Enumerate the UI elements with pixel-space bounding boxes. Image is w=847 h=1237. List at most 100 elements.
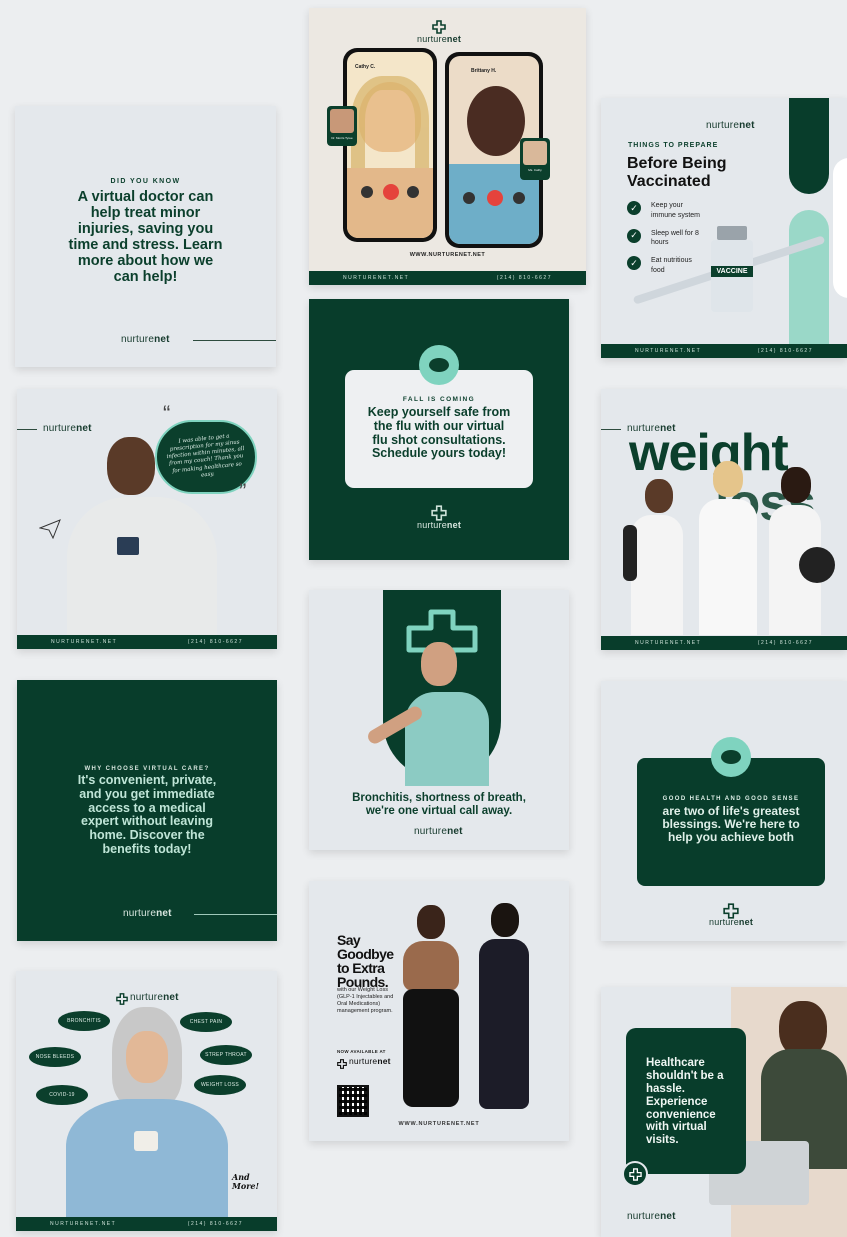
eyebrow: GOOD HEALTH AND GOOD SENSE [662,796,800,802]
camera-button[interactable] [463,192,475,204]
caller-name: Brittany H. [471,68,497,74]
footer-site: NURTURENET.NET [635,640,702,646]
footer-site: NURTURENET.NET [50,1221,117,1227]
footer-site: NURTURENET.NET [635,348,702,354]
headline: It's convenient, private, and you get im… [77,773,217,856]
pip-label: Ms. Cathy [528,168,542,172]
eyebrow: THINGS TO PREPARE [628,142,719,149]
chat-bubble-icon [419,345,459,385]
post-conditions: nurturenet BRONCHITIS CHEST PAIN NOSE BL… [16,971,277,1231]
post-good-health: GOOD HEALTH AND GOOD SENSE are two of li… [601,681,847,941]
post-vaccination: nurturenet THINGS TO PREPARE Before Bein… [601,98,847,358]
post-bronchitis: Bronchitis, shortness of breath, we're o… [309,590,569,850]
website-url: WWW.NURTURENET.NET [398,1121,480,1127]
headline: Healthcare shouldn't be a hassle. Experi… [646,1057,724,1147]
end-call-button[interactable] [383,184,399,200]
footer-bar: NURTURENET.NET (214) 810-6627 [601,344,847,358]
brand-logo: nurturenet [130,992,179,1003]
post-weight-program: Say Goodbye to Extra Pounds. with our We… [309,881,569,1141]
footer-bar: NURTURENET.NET (214) 810-6627 [309,271,586,285]
website-url: WWW.NURTURENET.NET [409,252,486,258]
accent-pill-mint [789,210,829,350]
brand-logo: nurturenet [414,826,463,837]
post-video-call: nurturenet Cathy C. Dr. Morris Tyree Bri… [309,8,586,285]
post-why-virtual-care: WHY CHOOSE VIRTUAL CARE? It's convenient… [17,680,277,941]
end-call-button[interactable] [487,190,503,206]
quote-close-icon: ” [239,479,247,504]
post-healthcare-hassle: Healthcare shouldn't be a hassle. Experi… [601,987,847,1237]
accent-white [833,158,847,298]
eyebrow: DID YOU KNOW [110,178,181,185]
divider [601,429,621,430]
caller-name: Cathy C. [355,64,376,70]
checklist-item: ✓ Sleep well for 8 hours [627,228,701,249]
program-description: with our Weight Loss (GLP-1 Injectables … [337,987,394,1015]
quote-open-icon: “ [163,401,171,426]
footer-phone: (214) 810-6627 [187,639,243,645]
footer-bar: NURTURENET.NET (214) 810-6627 [601,636,847,650]
footer-phone: (214) 810-6627 [757,348,813,354]
qr-code[interactable] [337,1085,369,1117]
footer-phone: (214) 810-6627 [496,275,552,281]
pip-right: Ms. Cathy [520,138,550,180]
checklist-item: ✓ Eat nutritious food [627,256,701,276]
mute-button[interactable] [513,192,525,204]
brand-logo: nurturenet [627,1211,676,1222]
divider [17,429,37,430]
plus-logo-icon [337,1056,347,1074]
vial-label: VACCINE [711,266,753,277]
footer-site: NURTURENET.NET [343,275,410,281]
woman-photo-left [393,905,465,1115]
accent-pill-dark [789,98,829,194]
background-photo-woman-laptop [709,987,847,1237]
headline: Bronchitis, shortness of breath, we're o… [352,792,526,817]
brand-logo: nurturenet [709,917,754,927]
footer-phone: (214) 810-6627 [187,1221,243,1227]
post-weight-loss: nurturenet weight loss NURTURENET.NET (21… [601,389,847,650]
woman-photo-right [469,903,539,1115]
chat-bubble-icon [711,737,751,777]
headline: are two of life's greatest blessings. We… [662,804,800,845]
woman-with-phone-photo [66,1007,228,1217]
paper-plane-icon [38,519,61,544]
divider [194,914,277,915]
post-testimonial: nurturenet “ I was able to get a prescri… [17,389,277,649]
pip-left: Dr. Morris Tyree [327,106,357,146]
headline: A virtual doctor can help treat minor in… [68,189,223,285]
post-did-you-know: DID YOU KNOW A virtual doctor can help t… [15,106,276,367]
woman-photo-left [623,479,693,635]
pip-label: Dr. Morris Tyree [331,136,353,140]
available-label: NOW AVAILABLE AT [337,1049,386,1054]
mute-button[interactable] [407,186,419,198]
eyebrow: WHY CHOOSE VIRTUAL CARE? [84,766,210,772]
footer-site: NURTURENET.NET [51,639,118,645]
eyebrow: FALL IS COMING [402,396,476,403]
brand-logo: nurturenet [417,34,462,44]
brand-logo: nurturenet [417,520,462,530]
brand-logo: nurturenet [349,1056,391,1066]
brand-logo: nurturenet [121,334,170,345]
footer-bar: NURTURENET.NET (214) 810-6627 [17,635,277,649]
check-icon: ✓ [627,201,641,215]
man-with-phone-photo [67,433,227,647]
man-coughing-photo [365,638,495,788]
and-more-text: And More! [232,1172,260,1191]
brand-logo: nurturenet [706,120,755,131]
plus-badge-icon [622,1161,648,1187]
checklist: ✓ Keep your immune system ✓ Sleep well f… [627,201,701,276]
title: Before Being Vaccinated [627,155,727,191]
vaccine-vial: VACCINE [711,226,753,316]
woman-photo-right [761,467,837,635]
phone-left: Cathy C. [343,48,437,242]
checklist-item: ✓ Keep your immune system [627,201,701,221]
headline: Keep yourself safe from the flu with our… [367,405,511,461]
brand-logo: nurturenet [123,908,172,919]
divider [193,340,276,341]
footer-bar: NURTURENET.NET (214) 810-6627 [16,1217,277,1231]
footer-phone: (214) 810-6627 [757,640,813,646]
check-icon: ✓ [627,228,641,243]
plus-logo-icon [432,20,446,34]
post-flu-season: FALL IS COMING Keep yourself safe from t… [309,299,569,560]
woman-photo-center [693,461,763,635]
camera-button[interactable] [361,186,373,198]
